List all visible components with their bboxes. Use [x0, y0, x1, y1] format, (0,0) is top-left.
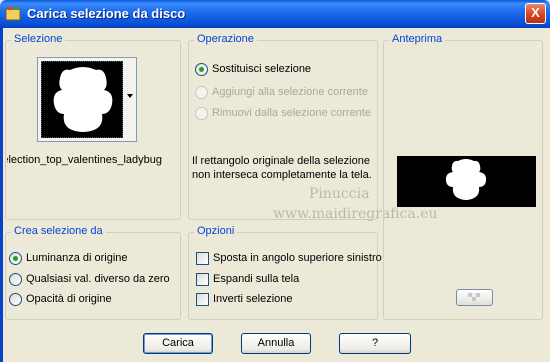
radio-button — [195, 86, 208, 99]
checkbox[interactable] — [196, 293, 209, 306]
selection-thumbnail-dropdown[interactable] — [37, 57, 137, 142]
preview-zoom-button[interactable] — [456, 289, 493, 306]
cancel-button[interactable]: Annulla — [241, 333, 311, 354]
selection-group-title: Selezione — [11, 33, 66, 45]
close-button[interactable]: X — [525, 3, 546, 24]
checkbox-label: Sposta in angolo superiore sinistro — [213, 252, 382, 264]
watermark-name: Pinuccia — [309, 186, 370, 202]
chevron-down-icon[interactable] — [127, 94, 133, 98]
selection-filename: selection_top_valentines_ladybug — [7, 154, 162, 166]
radio-button[interactable] — [9, 252, 22, 265]
radio-label: Opacità di origine — [26, 293, 112, 305]
app-icon — [5, 7, 21, 21]
operation-group-title: Operazione — [194, 33, 257, 45]
radio-label: Qualsiasi val. diverso da zero — [26, 273, 170, 285]
create-from-group-title: Crea selezione da — [11, 225, 106, 237]
load-button[interactable]: Carica — [143, 333, 213, 354]
preview-image — [397, 156, 536, 207]
preview-shape — [445, 159, 487, 200]
preview-group-title: Anteprima — [389, 33, 446, 45]
checkbox[interactable] — [196, 252, 209, 265]
selection-thumbnail — [41, 61, 123, 138]
radio-button[interactable] — [9, 293, 22, 306]
window-title: Carica selezione da disco — [27, 6, 186, 21]
checker-icon — [468, 293, 480, 301]
checkbox-label: Espandi sulla tela — [213, 273, 300, 285]
dialog-window: Carica selezione da disco X Selezione se… — [0, 0, 550, 362]
selection-filename-text: selection_top_valentines_ladybug — [7, 154, 162, 166]
options-group-title: Opzioni — [194, 225, 238, 237]
radio-button[interactable] — [9, 273, 22, 286]
window-border — [0, 28, 3, 362]
radio-button — [195, 107, 208, 120]
checkbox-label: Inverti selezione — [213, 293, 293, 305]
radio-label: Luminanza di origine — [26, 252, 128, 264]
help-button[interactable]: ? — [339, 333, 411, 354]
intersection-note: Il rettangolo originale della selezione … — [192, 155, 372, 181]
radio-label: Sostituisci selezione — [212, 63, 312, 75]
checkbox[interactable] — [196, 273, 209, 286]
radio-label: Aggiungi alla selezione corrente — [212, 86, 368, 98]
selection-shape — [53, 67, 113, 132]
title-bar[interactable]: Carica selezione da disco X — [0, 0, 550, 28]
radio-button[interactable] — [195, 63, 208, 76]
radio-label: Rimuovi dalla selezione corrente — [212, 107, 371, 119]
